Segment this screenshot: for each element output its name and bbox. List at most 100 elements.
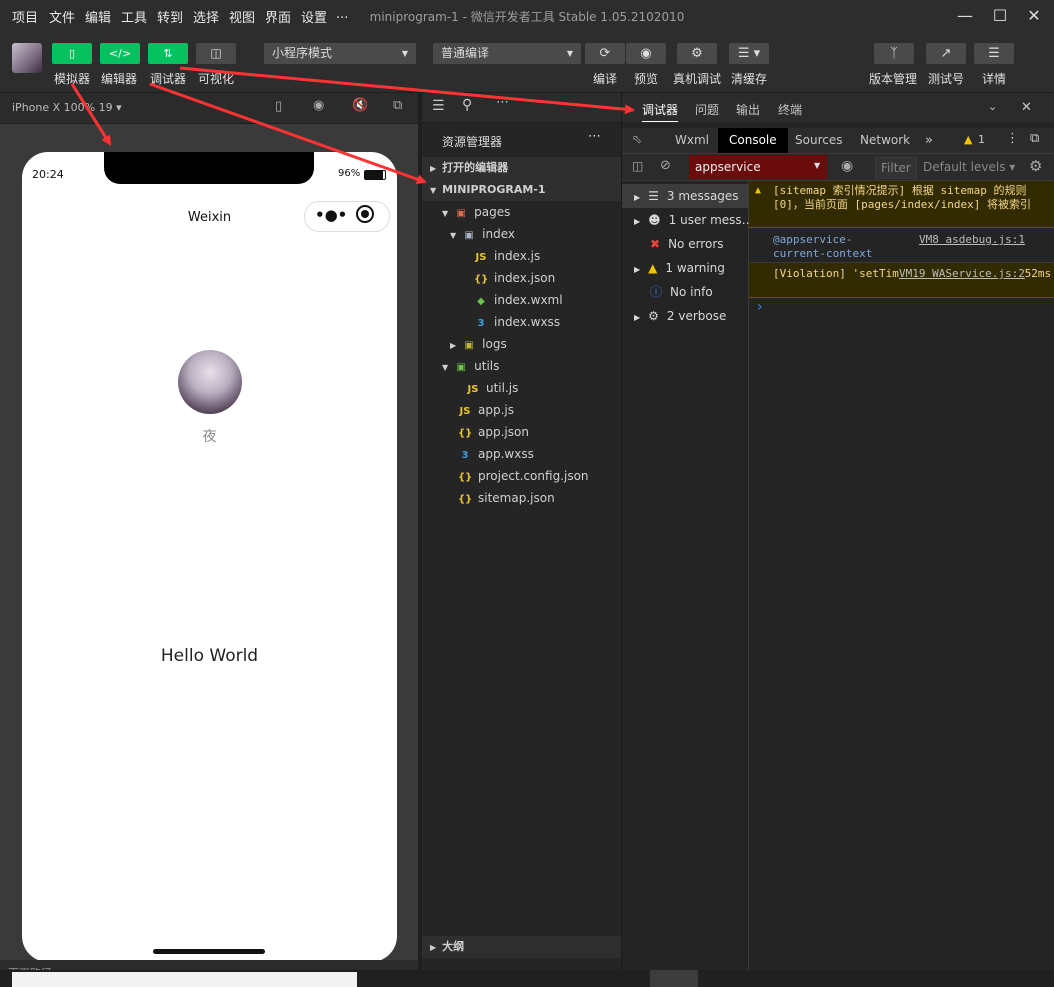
sidebar-info[interactable]: ⓘ No info	[622, 280, 748, 304]
context-select[interactable]: appservice ▼	[689, 155, 827, 179]
more-tabs-icon[interactable]: »	[925, 133, 933, 148]
taskbar-search[interactable]	[12, 972, 357, 987]
capsule-menu[interactable]: •●•	[304, 201, 390, 232]
window-title: miniprogram-1 - 微信开发者工具 Stable 1.05.2102…	[369, 10, 685, 24]
folder-pages[interactable]: ▼ ▣ pages	[442, 201, 510, 223]
close-target-icon[interactable]	[356, 205, 374, 223]
mode-select[interactable]: 小程序模式 ▼	[264, 43, 416, 64]
file-app-js[interactable]: JS app.js	[458, 399, 514, 421]
search-icon[interactable]: ⚲	[462, 97, 472, 113]
more-dots-icon[interactable]: •●•	[315, 206, 347, 224]
info-icon: ⓘ	[650, 285, 663, 299]
folder-label: logs	[482, 337, 507, 351]
warning-icon[interactable]: ▲	[964, 133, 972, 146]
file-index-js[interactable]: JS index.js	[474, 245, 541, 267]
console-prompt[interactable]: ›	[757, 299, 763, 315]
chevron-right-icon: ▶	[634, 313, 641, 322]
test-button[interactable]: ↗	[926, 43, 966, 64]
maximize-icon[interactable]: ☐	[987, 4, 1013, 28]
file-project-config[interactable]: {} project.config.json	[458, 465, 589, 487]
console-source-link[interactable]: VM8 asdebug.js:1	[919, 233, 1025, 247]
sidebar-errors[interactable]: ✖ No errors	[622, 232, 748, 256]
file-index-json[interactable]: {} index.json	[474, 267, 555, 289]
undock-icon[interactable]: ⧉	[1030, 131, 1039, 146]
popout-icon[interactable]: ⧉	[393, 98, 402, 113]
version-button[interactable]: ᛉ	[874, 43, 914, 64]
inspect-icon[interactable]: ⬁	[632, 132, 642, 146]
real-debug-button[interactable]: ⚙	[677, 43, 717, 64]
console-source-link[interactable]: VM19 WAService.js:2	[899, 267, 1025, 281]
clear-console-icon[interactable]: ⊘	[660, 158, 671, 173]
outline-section[interactable]: ▶ 大纲	[422, 936, 621, 958]
folder-logs[interactable]: ▶ ▣ logs	[450, 333, 507, 355]
chevron-right-icon: ▶	[634, 193, 641, 202]
tab-output[interactable]: 输出	[736, 101, 760, 118]
file-sitemap[interactable]: {} sitemap.json	[458, 487, 555, 509]
subtab-network[interactable]: Network	[860, 133, 910, 147]
open-editors-section[interactable]: ▶ 打开的编辑器	[422, 157, 621, 179]
real-debug-label: 真机调试	[673, 72, 722, 86]
eye-icon[interactable]: ◉	[841, 158, 853, 174]
tab-terminal[interactable]: 终端	[778, 101, 802, 118]
open-editors-label: 打开的编辑器	[442, 161, 509, 174]
sidebar-user-messages[interactable]: ▶ ☻ 1 user mess…	[622, 208, 754, 232]
close-icon[interactable]: ✕	[1021, 4, 1047, 28]
project-label: MINIPROGRAM-1	[442, 183, 546, 196]
preview-button[interactable]: ◉	[626, 43, 666, 64]
folder-index[interactable]: ▼ ▣ index	[450, 223, 515, 245]
user-icon: ☻	[648, 213, 661, 227]
sidebar-messages[interactable]: ▶ ☰ 3 messages	[622, 184, 748, 208]
tab-problems[interactable]: 问题	[695, 101, 719, 118]
file-util-js[interactable]: JS util.js	[466, 377, 519, 399]
debugger-toggle-button[interactable]: ⇅	[148, 43, 188, 64]
compile-select[interactable]: 普通编译 ▼	[433, 43, 581, 64]
warning-icon: ▲	[648, 261, 658, 275]
sidebar-info-label: No info	[670, 285, 713, 299]
visual-toggle-button[interactable]: ◫	[196, 43, 236, 64]
chevron-down-icon: ▼	[430, 186, 437, 195]
file-app-wxss[interactable]: 3 app.wxss	[458, 443, 534, 465]
mute-icon[interactable]: 🔇	[352, 98, 368, 113]
compile-button[interactable]: ⟳	[585, 43, 625, 64]
toolbar: ▯ 模拟器 </> 编辑器 ⇅ 调试器 ◫ 可视化 小程序模式 ▼ 普通编译 ▼…	[0, 32, 1054, 93]
editor-toggle-button[interactable]: </>	[100, 43, 140, 64]
refresh-icon: ⟳	[599, 46, 611, 61]
sidebar-toggle-icon[interactable]: ◫	[632, 159, 643, 173]
js-file-icon: JS	[475, 252, 487, 263]
file-index-wxml[interactable]: ◆ index.wxml	[474, 289, 562, 311]
record-icon[interactable]: ◉	[313, 98, 324, 113]
project-section[interactable]: ▼ MINIPROGRAM-1	[422, 179, 621, 201]
minimize-icon[interactable]: —	[952, 4, 978, 28]
chevron-down-icon[interactable]: ⌄	[988, 100, 997, 113]
folder-label: index	[482, 227, 515, 241]
more-icon[interactable]: ⋯	[496, 95, 509, 110]
levels-select[interactable]: Default levels ▾	[923, 160, 1015, 174]
phone-icon: ▯	[68, 47, 76, 60]
phone-outline-icon[interactable]: ▯	[275, 99, 282, 114]
subtab-sources[interactable]: Sources	[795, 133, 842, 147]
subtab-wxml[interactable]: Wxml	[675, 133, 709, 147]
simulator-toggle-button[interactable]: ▯	[52, 43, 92, 64]
filter-input[interactable]: Filter	[875, 157, 917, 179]
explorer-more-icon[interactable]: ⋯	[588, 129, 601, 144]
tab-debugger[interactable]: 调试器	[642, 101, 679, 122]
taskbar-app[interactable]	[650, 970, 698, 987]
close-panel-icon[interactable]: ✕	[1021, 100, 1032, 115]
kebab-icon[interactable]: ⋮	[1006, 131, 1019, 146]
avatar[interactable]	[12, 43, 42, 73]
sidebar-warnings[interactable]: ▶ ▲ 1 warning	[622, 256, 748, 280]
details-button[interactable]: ☰	[974, 43, 1014, 64]
chevron-right-icon: ▶	[430, 943, 437, 952]
folder-open-icon: ▣	[464, 230, 474, 241]
list-icon[interactable]: ☰	[432, 98, 445, 114]
folder-utils[interactable]: ▼ ▣ utils	[442, 355, 499, 377]
subtab-console[interactable]: Console	[718, 128, 788, 153]
file-app-json[interactable]: {} app.json	[458, 421, 529, 443]
js-file-icon: JS	[459, 406, 471, 417]
sidebar-verbose[interactable]: ▶ ⚙ 2 verbose	[622, 304, 748, 328]
status-battery-text: 96%	[338, 168, 361, 179]
device-select[interactable]: iPhone X 100% 19 ▾	[12, 101, 122, 114]
clear-cache-button[interactable]: ☰ ▾	[729, 43, 769, 64]
settings-gear-icon[interactable]: ⚙	[1029, 157, 1042, 175]
file-index-wxss[interactable]: 3 index.wxss	[474, 311, 561, 333]
